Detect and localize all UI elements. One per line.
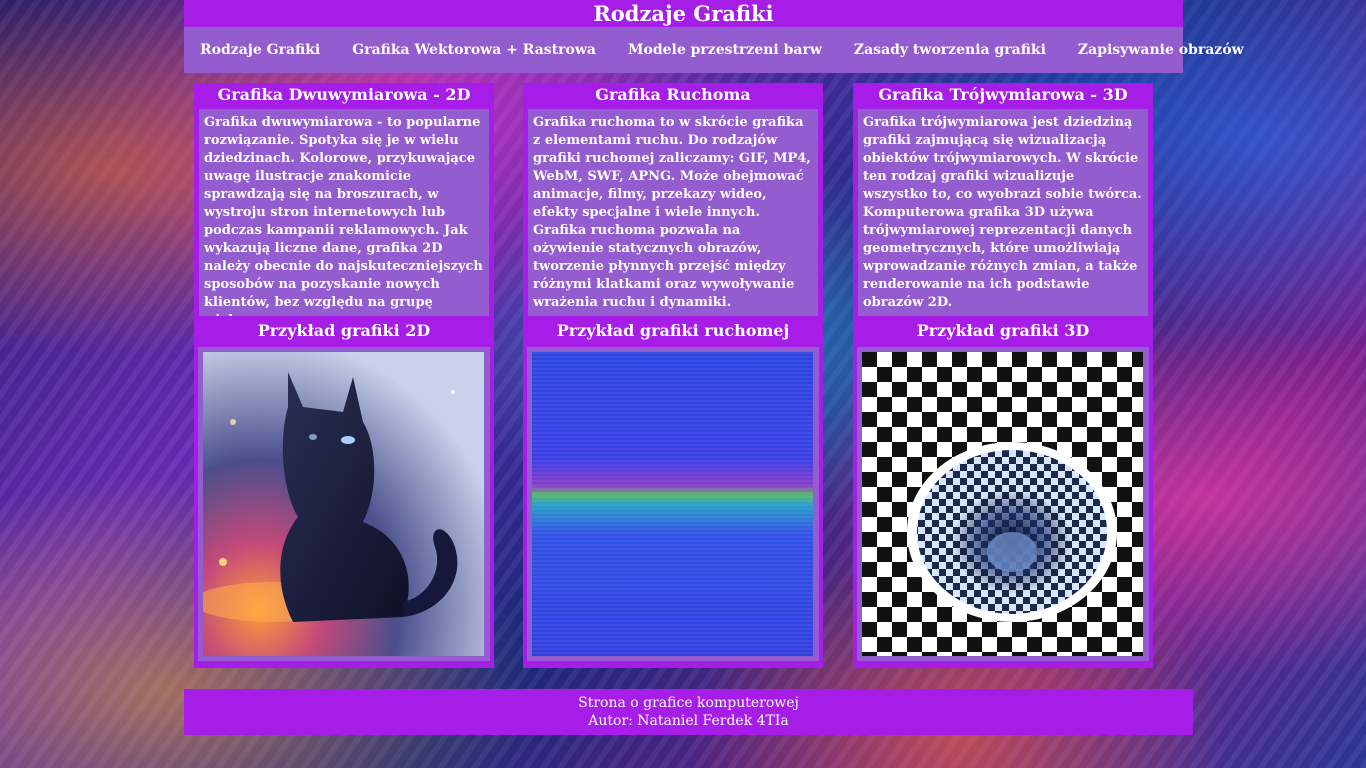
site-footer: Strona o grafice komputerowej Autor: Nat… <box>184 689 1193 735</box>
column-description: Grafika trójwymiarowa jest dziedziną gra… <box>858 109 1148 316</box>
motion-gradient-image <box>532 352 813 656</box>
cat-illustration-image <box>203 352 484 656</box>
main-nav: Rodzaje Grafiki Grafika Wektorowa + Rast… <box>184 27 1244 73</box>
column-title: Grafika Trójwymiarowa - 3D <box>878 85 1128 104</box>
example-image-frame <box>857 347 1149 661</box>
nav-link-wektorowa-rastrowa[interactable]: Grafika Wektorowa + Rastrowa <box>352 42 596 58</box>
site-header: Rodzaje Grafiki <box>184 0 1183 27</box>
example-image-frame <box>198 347 490 661</box>
column-description: Grafika dwuwymiarowa - to popularne rozw… <box>199 109 489 316</box>
nav-link-zapisywanie-obrazow[interactable]: Zapisywanie obrazów <box>1078 42 1244 58</box>
nav-link-rodzaje-grafiki[interactable]: Rodzaje Grafiki <box>200 42 320 58</box>
column-title: Grafika Dwuwymiarowa - 2D <box>217 85 471 104</box>
column-3d: Grafika Trójwymiarowa - 3D Grafika trójw… <box>853 83 1153 668</box>
column-motion: Grafika Ruchoma Grafika ruchoma to w skr… <box>523 83 823 668</box>
nav-link-zasady-tworzenia[interactable]: Zasady tworzenia grafiki <box>854 42 1046 58</box>
example-title: Przykład grafiki 3D <box>916 321 1090 340</box>
nav-link-modele-barw[interactable]: Modele przestrzeni barw <box>628 42 822 58</box>
column-2d: Grafika Dwuwymiarowa - 2D Grafika dwuwym… <box>194 83 494 668</box>
column-description: Grafika ruchoma to w skrócie grafika z e… <box>528 109 818 316</box>
example-image-frame <box>527 347 819 661</box>
column-title: Grafika Ruchoma <box>595 85 751 104</box>
example-title: Przykład grafiki ruchomej <box>556 321 790 340</box>
example-title: Przykład grafiki 2D <box>257 321 431 340</box>
footer-author: Autor: Nataniel Ferdek 4TIa <box>588 713 789 729</box>
footer-description: Strona o grafice komputerowej <box>578 695 799 711</box>
page-container: Rodzaje Grafiki Rodzaje Grafiki Grafika … <box>184 0 1244 735</box>
checkerboard-tunnel-image <box>862 352 1143 656</box>
site-title: Rodzaje Grafiki <box>593 1 774 26</box>
